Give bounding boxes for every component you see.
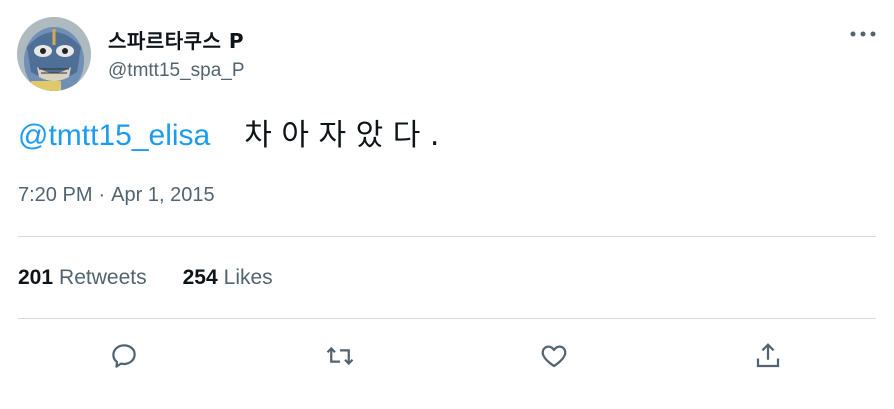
tweet-text: @tmtt15_elisa 차 아 자 았 다 . [18,118,439,154]
tweet-timestamp[interactable]: 7:20 PM · Apr 1, 2015 [18,184,215,207]
tweet-time: 7:20 PM [18,184,93,206]
tweet-card: 스파르타쿠스 P @tmtt15_spa_P @tmtt15_elisa 차 아 … [0,0,894,409]
share-icon [756,343,780,368]
retweet-button[interactable] [320,336,360,376]
heart-icon [541,345,567,368]
likes-count: 254 [182,266,218,289]
tweet-date: Apr 1, 2015 [111,184,215,206]
action-bar [0,336,894,376]
author-handle[interactable]: @tmtt15_spa_P [108,60,245,82]
divider-top [18,236,876,237]
likes-label: Likes [223,266,273,289]
retweets-label: Retweets [59,266,147,289]
tweet-body: 차 아 자 았 다 . [244,118,440,153]
divider-bottom [18,318,876,319]
more-horizontal-icon [850,31,876,37]
mention-link[interactable]: @tmtt15_elisa [18,119,210,152]
share-button[interactable] [748,336,788,376]
avatar[interactable] [17,17,91,91]
retweets-stat[interactable]: 201 Retweets [18,266,147,290]
more-options-button[interactable] [845,22,881,46]
author-display-name[interactable]: 스파르타쿠스 P [108,25,244,54]
reply-button[interactable] [104,336,144,376]
retweets-count: 201 [18,266,54,289]
timestamp-separator: · [98,184,106,206]
tweet-stats: 201 Retweets 254 Likes [18,266,273,290]
reply-icon [112,344,136,368]
masked-luchador-avatar-icon [17,17,91,91]
retweet-icon [326,346,354,366]
likes-stat[interactable]: 254 Likes [183,266,273,290]
like-button[interactable] [534,336,574,376]
